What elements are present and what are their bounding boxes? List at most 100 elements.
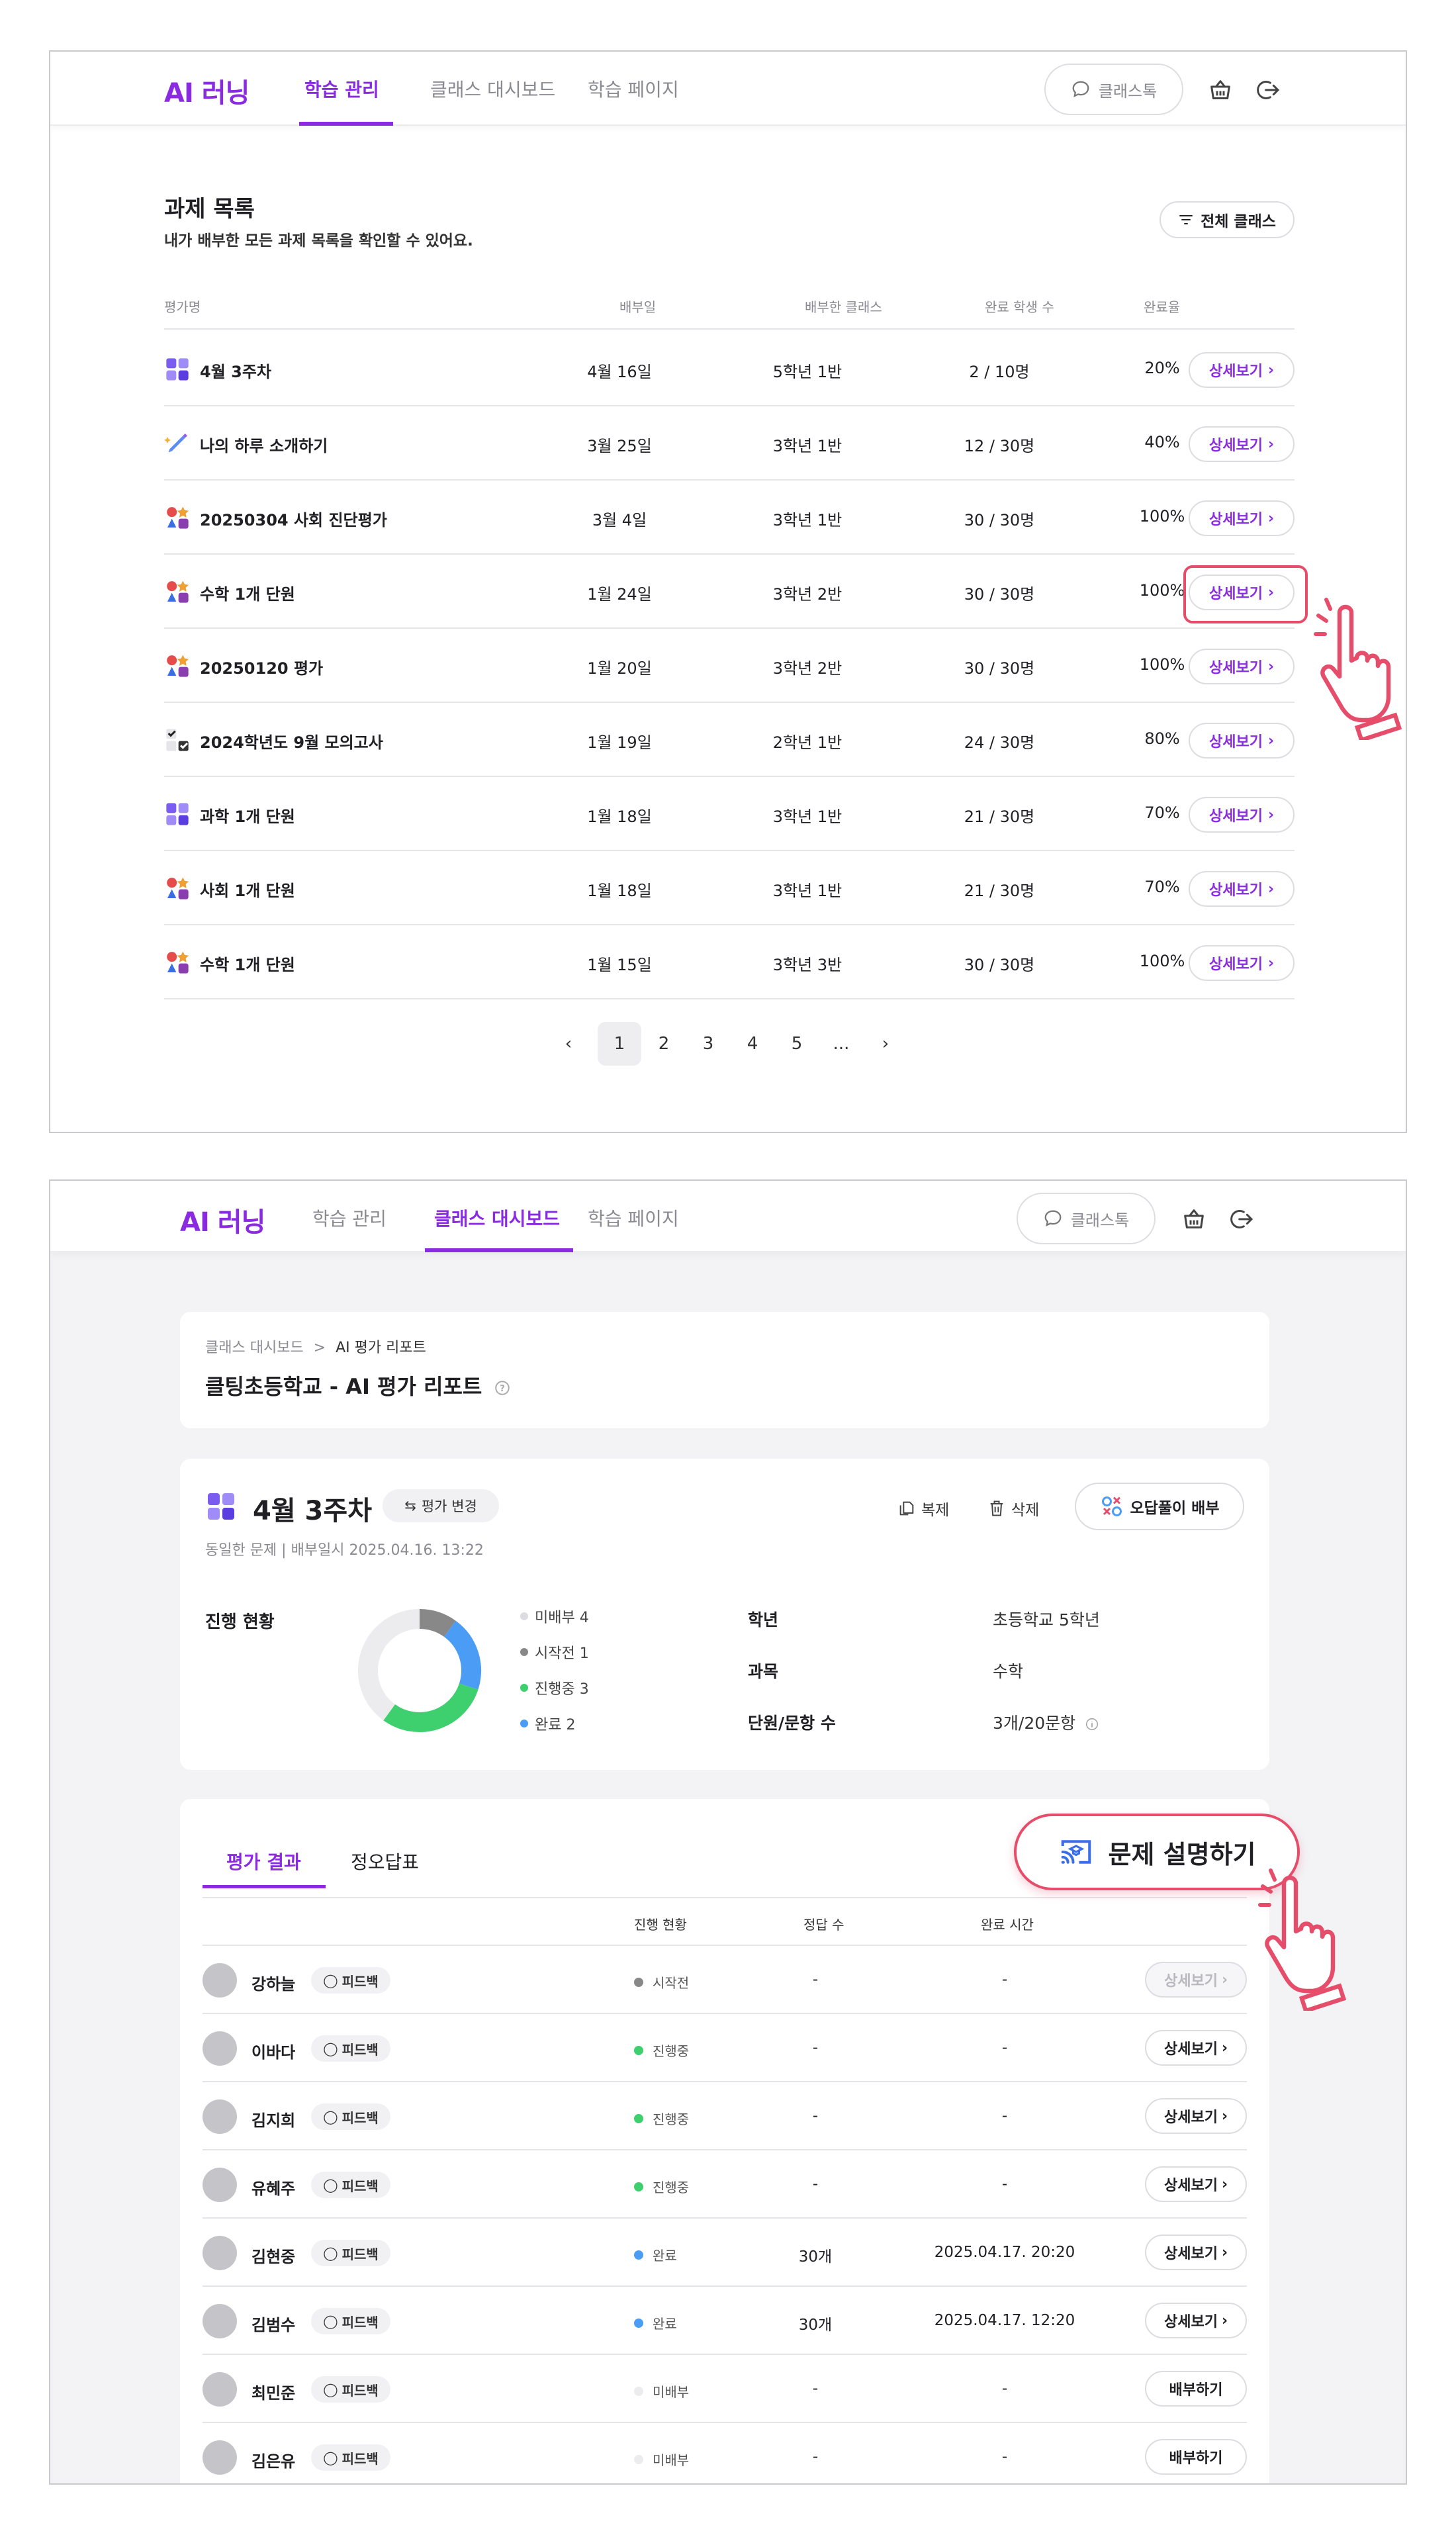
eval-name[interactable]: 수학 1개 단원 (200, 952, 295, 975)
distributed-class: 3학년 2반 (772, 585, 842, 604)
class-talk-button[interactable]: 클래스톡 (1017, 1193, 1156, 1244)
distribute-button[interactable]: 배부하기 (1145, 2371, 1247, 2407)
eval-name[interactable]: 과학 1개 단원 (200, 804, 295, 827)
delete-button[interactable]: 삭제 (987, 1497, 1039, 1520)
copy-icon (899, 1501, 914, 1516)
basket-icon[interactable] (1181, 1206, 1207, 1232)
next-page-button[interactable]: › (864, 1022, 907, 1066)
feedback-button[interactable]: ◯ 피드백 (311, 2103, 390, 2130)
table-row: 20250304 사회 진단평가 3월 4일 3학년 1반 30 / 30명 100% 상… (164, 481, 1295, 555)
detail-label: 상세보기 (1208, 882, 1263, 899)
feedback-label: 피드백 (341, 2382, 379, 2399)
logout-icon[interactable] (1228, 1206, 1255, 1232)
legend-dot (520, 1648, 528, 1656)
help-icon[interactable]: ? (494, 1379, 511, 1397)
shapes-icon (167, 655, 189, 677)
eval-name[interactable]: 4월 3주차 (200, 359, 271, 382)
detail-button[interactable]: 상세보기 › (1145, 1962, 1247, 1998)
row-action-label: 상세보기 (1163, 2246, 1218, 2262)
detail-button[interactable]: 상세보기 › (1189, 945, 1295, 981)
eval-name[interactable]: 수학 1개 단원 (200, 581, 295, 604)
detail-button[interactable]: 상세보기 › (1145, 2303, 1247, 2338)
wrong-answer-distribute-button[interactable]: 오답풀이 배부 (1075, 1483, 1244, 1530)
feedback-button[interactable]: ◯ 피드백 (311, 2035, 390, 2062)
detail-button[interactable]: 상세보기 › (1145, 2234, 1247, 2270)
eval-name[interactable]: 나의 하루 소개하기 (200, 433, 328, 456)
tab-learning-management[interactable]: 학습 관리 (312, 1205, 387, 1231)
detail-button[interactable]: 상세보기 › (1189, 500, 1295, 536)
avatar (203, 2168, 237, 2202)
page-1-button[interactable]: 1 (598, 1022, 641, 1066)
table-row: 사회 1개 단원 1월 18일 3학년 1반 21 / 30명 70% 상세보기 › (164, 851, 1295, 925)
col-done-count: 완료 학생 수 (985, 299, 1054, 315)
tab-learning-management[interactable]: 학습 관리 (304, 75, 379, 102)
results-tab-indicator (203, 1885, 326, 1888)
tab-learning-page[interactable]: 학습 페이지 (588, 75, 679, 102)
detail-button[interactable]: 상세보기 › (1189, 797, 1295, 833)
row-action-label: 상세보기 (1163, 2041, 1218, 2058)
page-5-button[interactable]: 5 (775, 1022, 819, 1066)
eval-name[interactable]: 20250304 사회 진단평가 (200, 507, 387, 530)
eval-name[interactable]: 사회 1개 단원 (200, 878, 295, 901)
app-logo[interactable]: AI 러닝 (164, 71, 250, 110)
detail-button[interactable]: 상세보기 › (1145, 2030, 1247, 2066)
detail-button[interactable]: 상세보기 › (1189, 352, 1295, 388)
wrong-answer-label: 오답풀이 배부 (1130, 1500, 1220, 1517)
feedback-button[interactable]: ◯ 피드백 (311, 2172, 390, 2198)
app-logo[interactable]: AI 러닝 (180, 1201, 265, 1239)
tab-class-dashboard[interactable]: 클래스 대시보드 (434, 1205, 560, 1231)
chevron-right-icon: › (1267, 806, 1275, 823)
basket-icon[interactable] (1207, 77, 1234, 103)
tab-class-dashboard[interactable]: 클래스 대시보드 (430, 75, 555, 102)
logout-icon[interactable] (1255, 77, 1281, 103)
feedback-button[interactable]: ◯ 피드백 (311, 2444, 390, 2471)
info-grade-key: 학년 (748, 1610, 779, 1630)
distribute-button[interactable]: 배부하기 (1145, 2439, 1247, 2475)
feedback-button[interactable]: ◯ 피드백 (311, 2376, 390, 2403)
eval-name[interactable]: 20250120 평가 (200, 655, 323, 678)
status-dot (634, 2386, 643, 2396)
detail-button[interactable]: 상세보기 › (1189, 426, 1295, 462)
active-tab-indicator (299, 122, 393, 126)
info-subject-value: 수학 (993, 1662, 1024, 1681)
distributed-date: 1월 18일 (587, 807, 652, 826)
avatar (203, 2440, 237, 2475)
distributed-class: 5학년 1반 (772, 363, 842, 381)
class-talk-button[interactable]: 클래스톡 (1044, 64, 1183, 115)
page-3-button[interactable]: 3 (686, 1022, 730, 1066)
student-row: 김지희 ◯ 피드백 진행중 - - 상세보기 › (203, 2082, 1247, 2150)
feedback-button[interactable]: ◯ 피드백 (311, 2240, 390, 2266)
legend-completed: 완료 2 (520, 1713, 575, 1734)
avatar (203, 2031, 237, 2066)
eval-title: 4월 3주차 (253, 1496, 372, 1526)
page-2-button[interactable]: 2 (642, 1022, 686, 1066)
detail-button[interactable]: 상세보기 › (1189, 649, 1295, 684)
feedback-button[interactable]: ◯ 피드백 (311, 2308, 390, 2334)
detail-button[interactable]: 상세보기 › (1145, 2098, 1247, 2134)
tab-eval-results[interactable]: 평가 결과 (226, 1848, 301, 1874)
results-table-header: 진행 현황 정답 수 완료 시간 (203, 1897, 1247, 1946)
row-action-label: 상세보기 (1163, 2109, 1218, 2126)
chevron-right-icon: › (1221, 2244, 1228, 2261)
tab-learning-page[interactable]: 학습 페이지 (588, 1205, 679, 1231)
info-icon[interactable] (1085, 1717, 1099, 1731)
correct-count: - (812, 2107, 819, 2125)
eval-name[interactable]: 2024학년도 9월 모의고사 (200, 729, 383, 753)
detail-button[interactable]: 상세보기 › (1145, 2166, 1247, 2202)
feedback-button[interactable]: ◯ 피드백 (311, 1967, 390, 1994)
class-filter-button[interactable]: 전체 클래스 (1160, 201, 1295, 238)
copy-button[interactable]: 복제 (897, 1497, 949, 1520)
completed-count: 12 / 30명 (964, 437, 1035, 455)
breadcrumb-dashboard[interactable]: 클래스 대시보드 (205, 1340, 304, 1356)
completed-count: 30 / 30명 (964, 511, 1035, 529)
student-name: 강하늘 (251, 1975, 296, 1994)
change-eval-button[interactable]: ⇆ 평가 변경 (383, 1489, 499, 1522)
ox-icon (1101, 1496, 1122, 1516)
tab-answer-sheet[interactable]: 정오답표 (351, 1848, 419, 1874)
detail-button[interactable]: 상세보기 › (1189, 723, 1295, 759)
legend-dot (520, 1612, 528, 1620)
prev-page-button[interactable]: ‹ (547, 1022, 590, 1066)
donut-segment-completed (443, 1620, 481, 1690)
page-4-button[interactable]: 4 (731, 1022, 774, 1066)
detail-button[interactable]: 상세보기 › (1189, 871, 1295, 907)
